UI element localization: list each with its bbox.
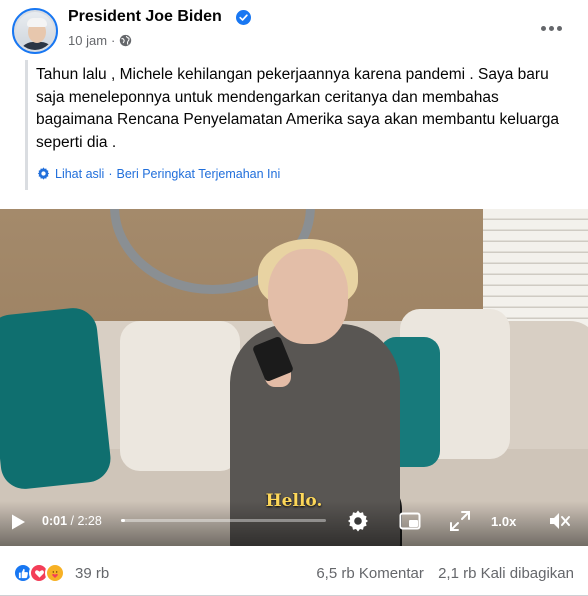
person-head	[268, 249, 348, 344]
shares-link[interactable]: 2,1 rb Kali dibagikan	[438, 565, 574, 582]
see-original-link[interactable]: Lihat asli	[55, 167, 104, 181]
progress-fill	[121, 519, 126, 522]
rate-translation-link[interactable]: Beri Peringkat Terjemahan Ini	[117, 167, 281, 181]
pillow	[120, 321, 240, 471]
engagement-stats: 6,5 rb Komentar 2,1 rb Kali dibagikan	[316, 565, 574, 582]
translation-separator: ·	[108, 166, 113, 181]
post-footer: 39 rb 6,5 rb Komentar 2,1 rb Kali dibagi…	[0, 546, 588, 596]
globe-icon	[120, 34, 132, 47]
volume-icon[interactable]	[546, 508, 572, 534]
current-time: 0:01	[42, 514, 68, 528]
video-player[interactable]: Hello. 0:01 / 2:28 1.0x	[0, 209, 588, 546]
page-name-link[interactable]: President Joe Biden	[68, 8, 222, 26]
reaction-count: 39 rb	[75, 564, 110, 582]
picture-in-picture-icon[interactable]	[397, 508, 423, 534]
playback-speed-button[interactable]: 1.0x	[491, 514, 516, 529]
post-text: Tahun lalu , Michele kehilangan pekerjaa…	[36, 66, 560, 151]
post-meta: 10 jam ·	[68, 33, 132, 48]
translation-gear-icon	[37, 167, 50, 180]
translation-bar: Lihat asli · Beri Peringkat Terjemahan I…	[36, 166, 280, 181]
fullscreen-icon[interactable]	[447, 508, 473, 534]
post-body: Tahun lalu , Michele kehilangan pekerjaa…	[25, 60, 565, 190]
comments-link[interactable]: 6,5 rb Komentar	[316, 565, 424, 582]
play-icon[interactable]	[8, 512, 28, 532]
reactions-summary[interactable]: 39 rb	[13, 563, 109, 583]
page-avatar[interactable]	[12, 8, 58, 54]
meta-separator: ·	[111, 33, 116, 48]
pillow	[0, 305, 113, 492]
post-timestamp[interactable]: 10 jam	[68, 33, 107, 48]
progress-bar[interactable]	[121, 519, 326, 522]
settings-gear-icon[interactable]	[345, 508, 371, 534]
post-header: President Joe Biden 10 jam ·	[0, 0, 588, 60]
video-time: 0:01 / 2:28	[42, 514, 102, 528]
avatar-image	[16, 12, 54, 50]
verified-badge-icon	[236, 10, 251, 25]
duration: / 2:28	[70, 514, 102, 528]
care-reaction-icon	[45, 563, 65, 583]
more-options-icon[interactable]	[535, 18, 567, 38]
